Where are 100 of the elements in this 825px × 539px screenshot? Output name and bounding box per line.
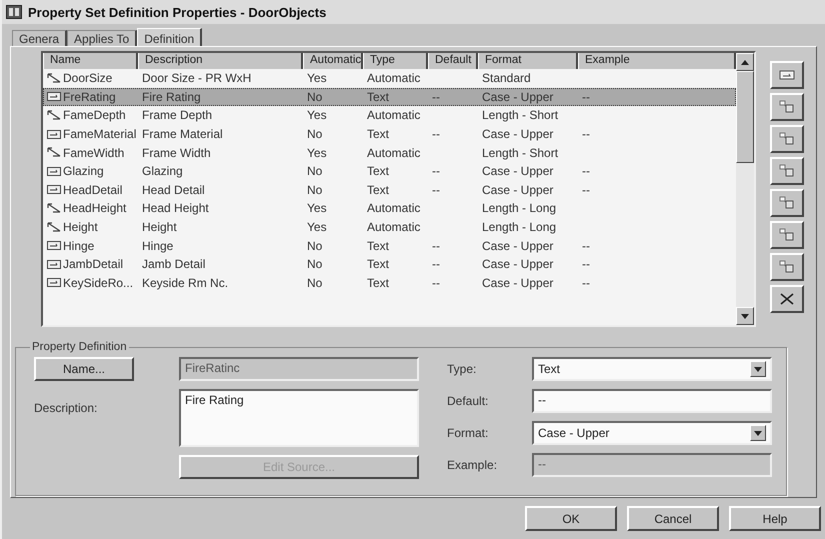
table-cell: No (307, 257, 322, 272)
default-field[interactable]: -- (532, 389, 772, 413)
table-cell: -- (432, 238, 440, 253)
field-label: Format: (447, 426, 490, 440)
table-cell: Yes (307, 220, 327, 234)
name-button[interactable]: Name... (34, 357, 134, 381)
toolbar-button[interactable] (770, 125, 804, 153)
table-row[interactable]: HeadHeight Head Height Yes Automatic Length - Long (43, 199, 736, 218)
example-field[interactable]: -- (532, 453, 772, 477)
table-cell: JambDetail (63, 257, 124, 272)
table-cell: Glazing (142, 164, 183, 178)
table-cell: Door Size - PR WxH (142, 71, 252, 86)
tab[interactable]: Genera (12, 30, 68, 46)
table-cell: Hinge (142, 238, 174, 253)
description-field[interactable]: Fire Rating (179, 389, 419, 447)
table-row[interactable]: Glazing Glazing No Text -- Case - Upper -- (43, 162, 736, 181)
table-cell: Jamb Detail (142, 257, 206, 272)
table-cell: Text (367, 164, 390, 178)
table-row[interactable]: FameWidth Frame Width Yes Automatic Length - Short (43, 143, 736, 162)
table-row[interactable]: FreRating Fire Rating No Text -- Case - Upper -- (43, 88, 736, 106)
column-header[interactable]: Description (138, 53, 303, 69)
table-cell: Automatic (367, 220, 420, 234)
delete-button[interactable] (770, 285, 804, 313)
table-cell: No (307, 127, 322, 142)
table-row[interactable]: HeadDetail Head Detail No Text -- Case - Upper -- (43, 180, 736, 200)
table-row[interactable]: Hinge Hinge No Text -- Case - Upper -- (43, 236, 736, 255)
table-cell: -- (432, 164, 440, 178)
table-cell: -- (582, 164, 590, 178)
table-cell: Automatic (367, 108, 420, 122)
table-cell: Automatic (367, 146, 420, 160)
format-dropdown[interactable]: Case - Upper (532, 421, 772, 445)
table-cell: -- (432, 182, 440, 197)
toolbar-button[interactable] (770, 189, 804, 217)
table-cell: -- (582, 127, 590, 142)
column-header[interactable]: Automatic (303, 53, 363, 69)
table-row[interactable]: Height Height Yes Automatic Length - Long (43, 218, 736, 236)
toolbar-button[interactable] (770, 221, 804, 249)
table-cell: Text (367, 182, 390, 197)
name-field[interactable]: FireRatinc (179, 357, 419, 381)
column-header[interactable]: Name (43, 53, 138, 69)
scroll-down-icon[interactable] (741, 314, 749, 318)
table-cell: Case - Upper (482, 164, 554, 178)
field-icon (778, 68, 796, 82)
column-header[interactable]: Type (363, 53, 428, 69)
tab[interactable]: Applies To (67, 30, 138, 46)
table-cell: Case - Upper (482, 127, 554, 142)
table-cell: Text (367, 127, 390, 142)
field-label: Example: (447, 458, 498, 472)
table-cell: Glazing (63, 164, 104, 178)
table-cell: -- (582, 276, 590, 290)
close-icon (778, 292, 796, 306)
table-cell: Yes (307, 71, 327, 86)
toolbar-button[interactable] (770, 61, 804, 89)
app-icon (6, 5, 22, 19)
table-cell: -- (582, 90, 590, 104)
table-cell: FameWidth (63, 146, 124, 160)
table-row[interactable]: FameDepth Frame Depth Yes Automatic Length - Short (43, 106, 736, 125)
table-cell: Length - Short (482, 108, 558, 122)
toolbar-button[interactable] (770, 93, 804, 121)
table-cell: KeySideRo... (63, 276, 134, 290)
toolbar-button[interactable] (770, 157, 804, 185)
table-cell: Height (142, 220, 177, 234)
column-header[interactable]: Default (428, 53, 478, 69)
toolbar-button[interactable] (770, 253, 804, 281)
table-cell: No (307, 276, 322, 290)
table-row[interactable]: JambDetail Jamb Detail No Text -- Case - Upper -- (43, 254, 736, 274)
table-cell: Standard (482, 71, 531, 86)
table-cell: Case - Upper (482, 90, 554, 104)
table-cell: FreRating (63, 90, 116, 104)
table-cell: Frame Material (142, 127, 223, 142)
table-cell: FameMaterial (63, 127, 136, 142)
table-cell: DoorSize (63, 71, 112, 86)
table-cell: HeadDetail (63, 182, 122, 197)
table-cell: Text (367, 238, 390, 253)
table-cell: Hinge (63, 238, 94, 253)
table-cell: -- (432, 257, 440, 272)
table-row[interactable]: FameMaterial Frame Material No Text -- Case - Upper -- (43, 124, 736, 144)
table-row[interactable]: DoorSize Door Size - PR WxH Yes Automatic Standard (43, 69, 736, 88)
table-cell: -- (432, 127, 440, 142)
table-cell: Keyside Rm Nc. (142, 276, 228, 290)
table-cell: No (307, 238, 322, 253)
dialog-button[interactable]: Cancel (627, 506, 719, 531)
group-title: Property Definition (31, 341, 128, 353)
table-cell: No (307, 182, 322, 197)
table-cell: Height (63, 220, 98, 234)
field-label: Description: (34, 401, 98, 415)
table-cell: Frame Depth (142, 108, 212, 122)
scroll-up-icon[interactable] (741, 60, 749, 64)
table-cell: Fire Rating (142, 90, 201, 104)
table-cell: Yes (307, 108, 327, 122)
table-row[interactable]: KeySideRo... Keyside Rm Nc. No Text -- Case - Upper -- (43, 274, 736, 292)
dialog-button[interactable]: Help (729, 506, 821, 531)
tab[interactable]: Definition (137, 28, 202, 46)
table-cell: Yes (307, 201, 327, 216)
type-dropdown[interactable]: Text (532, 357, 772, 381)
table-cell: -- (582, 257, 590, 272)
column-header[interactable]: Format (478, 53, 578, 69)
scrollbar[interactable] (736, 53, 754, 325)
table-cell: Head Height (142, 201, 209, 216)
dialog-button[interactable]: OK (525, 506, 617, 531)
